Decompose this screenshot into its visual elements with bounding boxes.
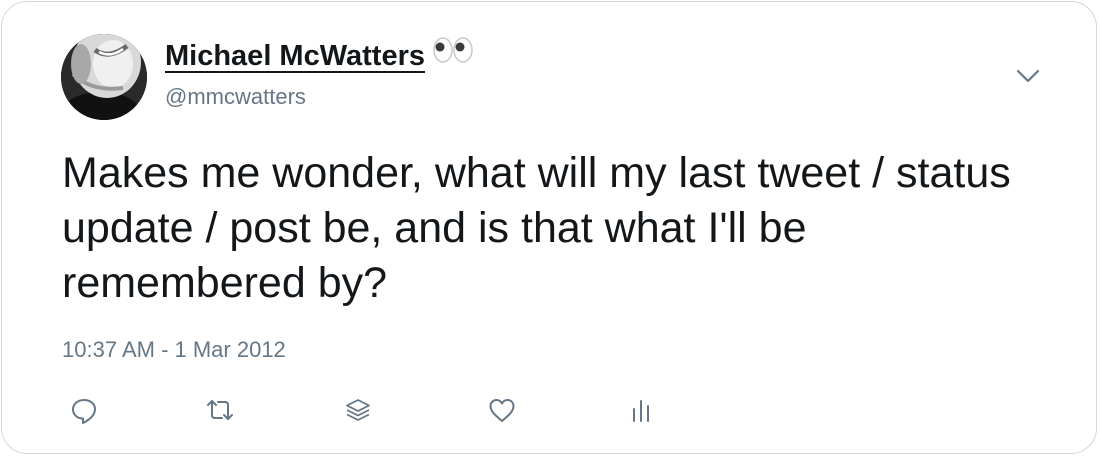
tweet-text: Makes me wonder, what will my last tweet… <box>62 149 1011 307</box>
reply-icon[interactable] <box>69 395 99 425</box>
analytics-icon[interactable] <box>628 395 658 425</box>
author-name-text[interactable]: Michael McWatters <box>165 40 425 72</box>
chevron-down-icon[interactable] <box>1015 66 1041 86</box>
author-name[interactable]: Michael McWatters <box>165 37 473 74</box>
share-icon[interactable] <box>343 395 373 425</box>
avatar[interactable] <box>61 34 147 120</box>
like-icon[interactable] <box>487 395 517 425</box>
retweet-icon[interactable] <box>203 395 233 425</box>
author-handle[interactable]: @mmcwatters <box>165 84 306 110</box>
eyes-emoji-icon <box>433 37 473 71</box>
timestamp[interactable]: 10:37 AM - 1 Mar 2012 <box>62 337 286 363</box>
